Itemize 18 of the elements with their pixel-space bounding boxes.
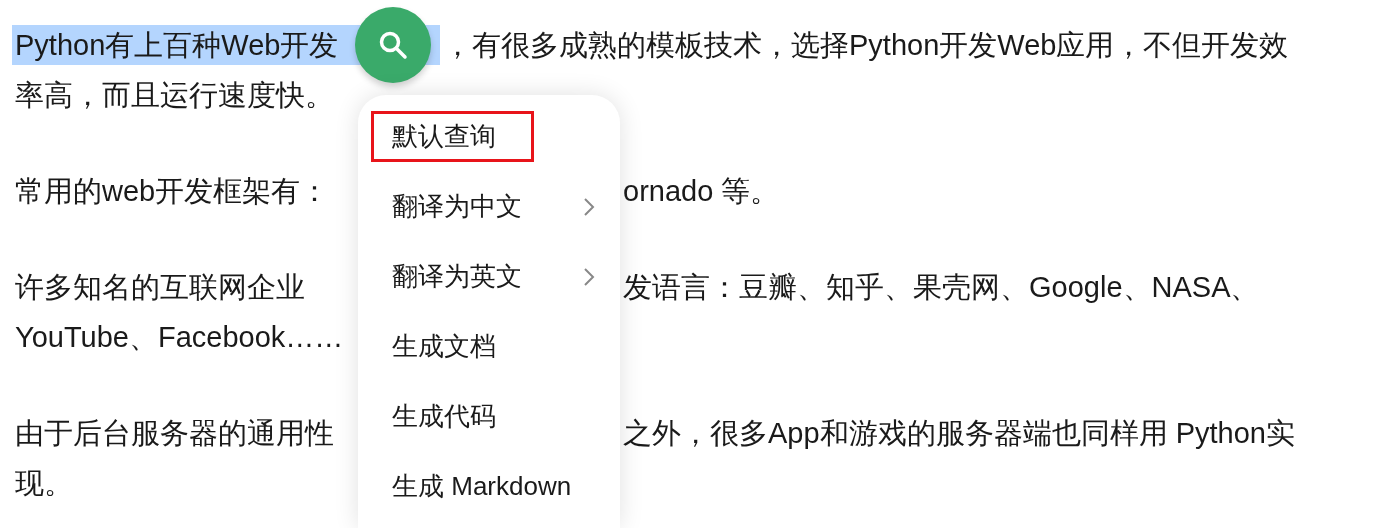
text-line: 发语言：豆瓣、知乎、果壳网、Google、NASA、 [622,270,1260,305]
text-line: 率高，而且运行速度快。 [14,78,334,113]
text-line: 常用的web开发框架有： [14,174,331,209]
search-icon [377,29,409,61]
menu-item[interactable]: 生成 Markdown [371,461,598,512]
text-line: 许多知名的互联网企业 [14,270,306,305]
menu-item[interactable]: 翻译为英文 [371,251,598,302]
text-line: 之外，很多App和游戏的服务器端也同样用 Python实 [622,416,1295,451]
menu-item[interactable]: 默认查询 [371,111,534,162]
text-line: ornado 等。 [622,174,780,209]
text-line: 现。 [14,466,73,501]
text-line: YouTube、Facebook…… [14,320,344,355]
menu-item[interactable]: 生成代码 [371,391,598,442]
menu-item[interactable]: 生成文档 [371,321,598,372]
text-line: ，有很多成熟的模板技术，选择Python开发Web应用，不但开发效 [442,28,1289,63]
search-button[interactable] [355,7,431,83]
menu-item[interactable]: 翻译为中文 [371,181,598,232]
text-line: 由于后台服务器的通用性 [14,416,335,451]
